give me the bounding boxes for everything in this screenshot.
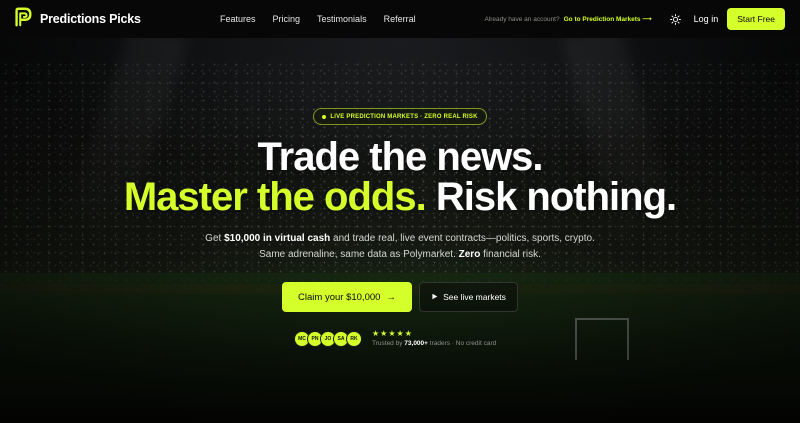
sub1-post: and trade real, live event contracts—pol…	[330, 233, 595, 244]
live-label: See live markets	[443, 292, 506, 302]
logo-icon	[12, 6, 34, 33]
already-account-text: Already have an account?	[484, 15, 560, 23]
claim-label: Claim your $10,000	[298, 291, 381, 303]
play-icon	[431, 292, 438, 302]
trusted-post: traders · No credit card	[427, 340, 497, 347]
start-free-button[interactable]: Start Free	[727, 8, 785, 30]
headline-line-1: Trade the news.	[257, 135, 543, 179]
sub2-pre: Same adrenaline, same data as Polymarket…	[259, 249, 459, 260]
brand[interactable]: Predictions Picks	[12, 6, 141, 33]
main-nav: Features Pricing Testimonials Referral	[220, 0, 433, 38]
hero-section: LIVE PREDICTION MARKETS · ZERO REAL RISK…	[0, 38, 800, 423]
live-dot-icon	[322, 114, 327, 119]
sub1-bold: $10,000 in virtual cash	[224, 233, 331, 244]
nav-item-testimonials[interactable]: Testimonials	[317, 14, 367, 24]
headline-rest: Risk nothing.	[425, 175, 677, 219]
sub2-post: financial risk.	[480, 249, 541, 260]
trusted-by-text: Trusted by 73,000+ traders · No credit c…	[372, 340, 496, 347]
claim-cash-button[interactable]: Claim your $10,000 →	[282, 282, 412, 312]
trader-avatars: MC PN JO SA RK	[294, 331, 362, 347]
sub1-pre: Get	[205, 233, 225, 244]
headline-line-2: Master the odds. Risk nothing.	[0, 177, 800, 217]
headline-accent: Master the odds.	[123, 175, 427, 219]
login-link[interactable]: Log in	[694, 14, 719, 24]
arrow-right-icon: →	[386, 291, 396, 303]
goto-prediction-markets-link[interactable]: Go to Prediction Markets ⟶	[564, 15, 652, 23]
trusted-count: 73,000+	[404, 340, 428, 347]
subheadline-line-2: Same adrenaline, same data as Polymarket…	[0, 247, 800, 263]
subheadline-line-1: Get $10,000 in virtual cash and trade re…	[0, 231, 800, 247]
sun-icon[interactable]	[670, 13, 682, 25]
see-live-markets-button[interactable]: See live markets	[419, 282, 518, 312]
nav-item-pricing[interactable]: Pricing	[273, 14, 301, 24]
top-header: Predictions Picks Features Pricing Testi…	[0, 0, 800, 38]
star-rating: ★★★★★	[372, 329, 413, 338]
sub2-bold: Zero	[458, 249, 481, 260]
nav-item-referral[interactable]: Referral	[384, 14, 416, 24]
brand-name: Predictions Picks	[40, 12, 141, 26]
avatar: RK	[346, 331, 362, 347]
trusted-pre: Trusted by	[372, 340, 405, 347]
nav-item-features[interactable]: Features	[220, 14, 256, 24]
live-markets-pill: LIVE PREDICTION MARKETS · ZERO REAL RISK	[313, 108, 487, 125]
pill-label: LIVE PREDICTION MARKETS · ZERO REAL RISK	[330, 113, 478, 120]
header-actions: Already have an account? Go to Predictio…	[484, 8, 785, 30]
